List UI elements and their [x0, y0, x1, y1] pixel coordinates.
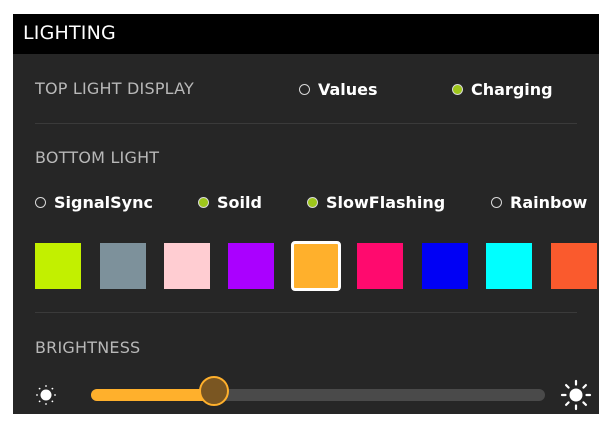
radio-values-label: Values — [318, 79, 378, 99]
color-swatch[interactable] — [164, 243, 210, 289]
radio-slowflashing-label: SlowFlashing — [326, 192, 446, 212]
radio-soild-indicator — [198, 196, 209, 208]
panel-header: LIGHTING — [13, 14, 599, 54]
color-swatch[interactable] — [228, 243, 274, 289]
top-light-label: TOP LIGHT DISPLAY — [35, 79, 195, 98]
panel-title: LIGHTING — [23, 22, 116, 44]
radio-slowflashing-indicator — [307, 196, 318, 208]
radio-values-indicator — [299, 83, 310, 95]
radio-charging-label: Charging — [471, 79, 553, 99]
bottom-light-label: BOTTOM LIGHT — [35, 148, 160, 167]
lighting-panel: LIGHTING TOP LIGHT DISPLAY Values Chargi… — [13, 14, 599, 414]
radio-charging[interactable]: Charging — [452, 78, 553, 100]
radio-soild-label: Soild — [217, 192, 262, 212]
color-swatch[interactable] — [291, 241, 341, 291]
divider — [35, 312, 577, 313]
radio-soild[interactable]: Soild — [198, 191, 262, 213]
radio-signalsync[interactable]: SignalSync — [35, 191, 153, 213]
radio-charging-indicator — [452, 83, 463, 95]
radio-rainbow-indicator — [491, 196, 502, 208]
color-swatch[interactable] — [422, 243, 468, 289]
sun-bright-icon — [560, 379, 592, 411]
radio-signalsync-indicator — [35, 196, 46, 208]
brightness-slider[interactable] — [91, 389, 545, 401]
sun-dim-icon — [36, 385, 56, 405]
color-swatch[interactable] — [486, 243, 532, 289]
radio-signalsync-label: SignalSync — [54, 192, 153, 212]
radio-slowflashing[interactable]: SlowFlashing — [307, 191, 445, 213]
brightness-label: BRIGHTNESS — [35, 338, 141, 357]
radio-rainbow-label: Rainbow — [510, 192, 588, 212]
divider — [35, 123, 577, 124]
brightness-slider-knob[interactable] — [198, 376, 229, 406]
color-swatch[interactable] — [551, 243, 597, 289]
color-swatch[interactable] — [357, 243, 403, 289]
brightness-slider-fill — [91, 389, 214, 401]
color-swatch[interactable] — [100, 243, 146, 289]
radio-values[interactable]: Values — [299, 78, 378, 100]
radio-rainbow[interactable]: Rainbow — [491, 191, 587, 213]
color-swatch[interactable] — [35, 243, 81, 289]
